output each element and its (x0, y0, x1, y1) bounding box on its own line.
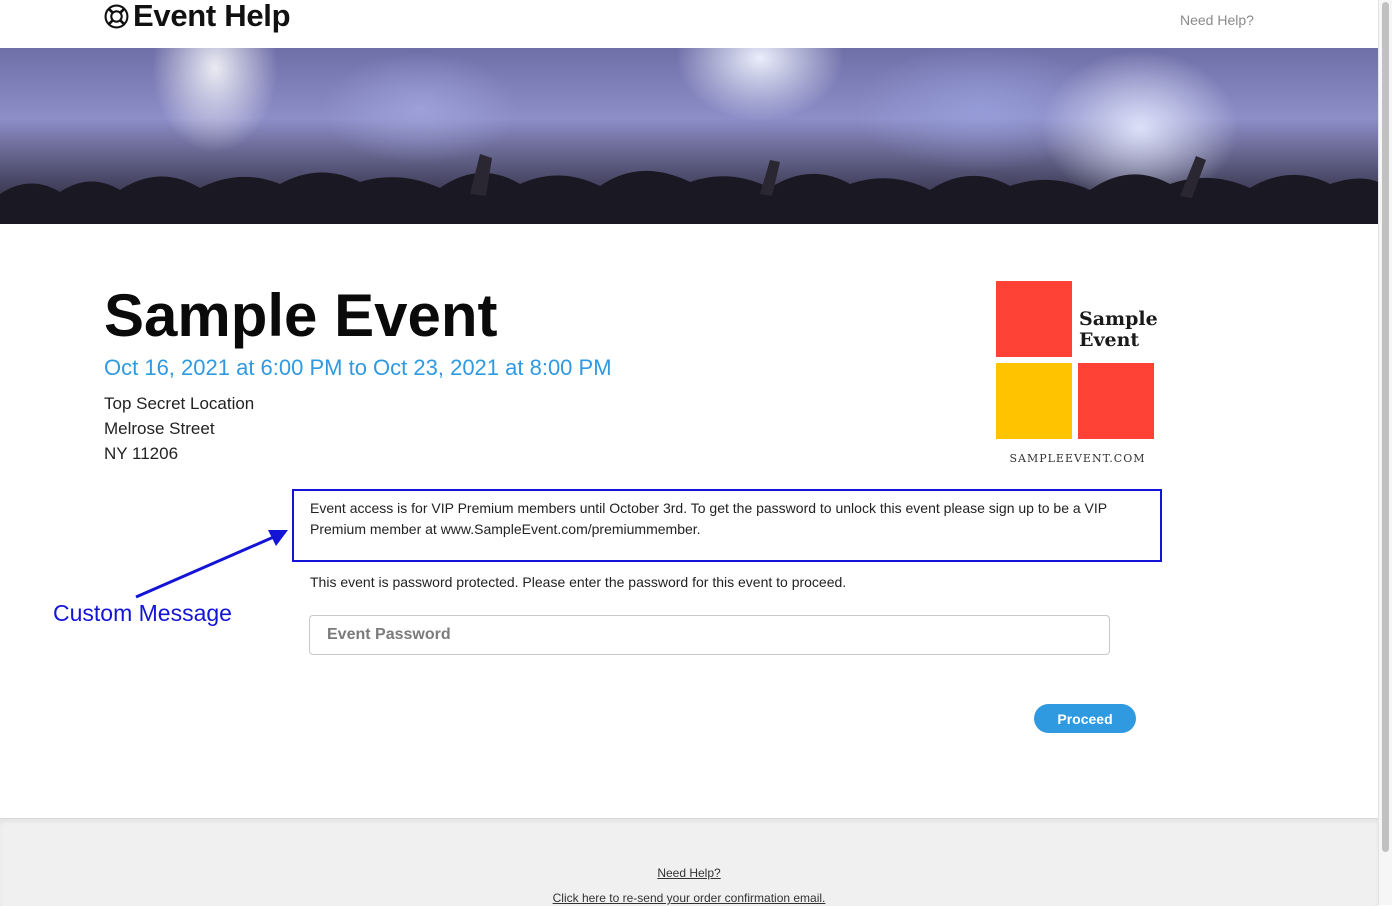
password-protected-note: This event is password protected. Please… (310, 574, 847, 590)
event-address: Top Secret Location Melrose Street NY 11… (104, 391, 254, 466)
page-footer: Need Help? Click here to re-send your or… (0, 818, 1378, 906)
top-header: Event Help Need Help? (0, 0, 1378, 49)
logo-text-line: Sample (1079, 308, 1158, 330)
logo-text: Sample Event (1079, 309, 1159, 351)
address-line: NY 11206 (104, 444, 179, 463)
event-password-input[interactable] (309, 615, 1110, 655)
address-line: Melrose Street (104, 419, 215, 438)
crowd-silhouette (0, 154, 1378, 224)
footer-need-help-link[interactable]: Need Help? (0, 866, 1378, 880)
custom-message-annotation: Custom Message (53, 600, 232, 626)
custom-message-box: Event access is for VIP Premium members … (292, 489, 1162, 562)
proceed-button[interactable]: Proceed (1034, 704, 1136, 733)
resend-confirmation-link[interactable]: Click here to re-send your order confirm… (0, 891, 1378, 905)
event-dates: Oct 16, 2021 at 6:00 PM to Oct 23, 2021 … (104, 355, 612, 380)
logo-yellow-square (996, 363, 1072, 439)
logo-red-square (996, 281, 1072, 357)
logo-red-square (1078, 363, 1154, 439)
need-help-link[interactable]: Need Help? (1180, 12, 1254, 28)
brand-logo[interactable]: Event Help (104, 0, 291, 33)
event-logo: Sample Event SAMPLEEVENT.COM (995, 280, 1160, 470)
lifebuoy-icon (104, 4, 129, 28)
logo-text-line: Event (1079, 329, 1140, 351)
logo-url: SAMPLEEVENT.COM (1009, 452, 1146, 465)
event-title: Sample Event (104, 282, 498, 349)
scrollbar-thumb[interactable] (1382, 2, 1389, 852)
brand-name: Event Help (133, 0, 291, 33)
hero-banner-image (0, 48, 1378, 224)
address-line: Top Secret Location (104, 394, 255, 413)
custom-message-text: Event access is for VIP Premium members … (310, 500, 1107, 537)
annotation-arrow-icon (135, 530, 288, 599)
vertical-scrollbar[interactable] (1378, 0, 1392, 905)
